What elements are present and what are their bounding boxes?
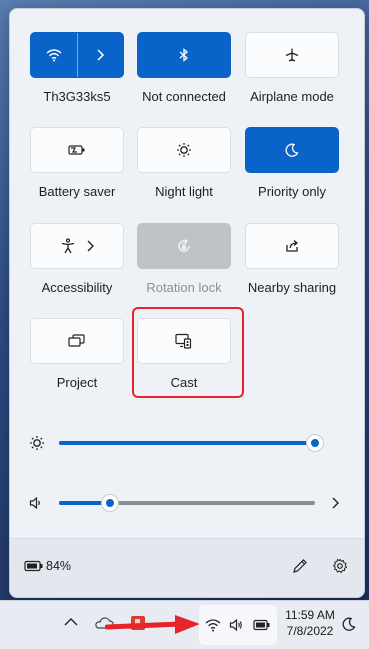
speaker-icon[interactable]	[29, 496, 43, 510]
tray-battery-icon[interactable]	[253, 619, 271, 631]
wifi-chevron-right-icon[interactable]	[78, 33, 124, 77]
clock-date: 7/8/2022	[286, 624, 334, 638]
volume-chevron-right-icon[interactable]	[331, 497, 339, 509]
bluetooth-tile[interactable]	[137, 32, 231, 78]
accessibility-label: Accessibility	[41, 280, 113, 295]
airplane-tile[interactable]	[245, 32, 339, 78]
pencil-icon[interactable]	[292, 558, 308, 574]
battery-percentage: 84%	[46, 559, 72, 573]
notification-moon-icon[interactable]	[342, 617, 356, 631]
volume-track[interactable]	[59, 495, 315, 511]
clock-time: 11:59 AM	[285, 608, 335, 622]
night-light-tile[interactable]	[137, 127, 231, 173]
quick-settings-panel: Th3G33ks5 Not connected Airplane mode Ba…	[9, 8, 365, 598]
battery-icon[interactable]	[24, 560, 44, 572]
accessibility-icon	[61, 238, 75, 254]
quick-settings-footer: 84%	[10, 538, 364, 597]
sun-icon	[30, 436, 44, 450]
priority-tile[interactable]	[245, 127, 339, 173]
volume-slider-row	[10, 491, 364, 515]
gear-icon[interactable]	[332, 558, 348, 574]
red-arrow-annotation	[105, 613, 201, 637]
cast-highlight-box	[132, 307, 244, 398]
taskbar: 11:59 AM 7/8/2022	[0, 600, 369, 649]
brightness-track[interactable]	[59, 435, 323, 451]
night-light-label: Night light	[155, 184, 213, 199]
battery-saver-label: Battery saver	[38, 184, 116, 199]
chevron-up-icon[interactable]	[64, 617, 78, 626]
brightness-slider-row	[10, 431, 364, 455]
wifi-icon[interactable]	[31, 33, 77, 77]
system-tray-group[interactable]	[199, 605, 277, 645]
brightness-fill	[59, 441, 315, 445]
accessibility-tile[interactable]	[30, 223, 124, 269]
project-icon	[68, 334, 85, 347]
tray-speaker-icon[interactable]	[229, 618, 243, 632]
bluetooth-icon	[179, 48, 189, 62]
volume-thumb[interactable]	[102, 495, 119, 511]
airplane-icon	[285, 48, 299, 62]
nearby-sharing-tile[interactable]	[245, 223, 339, 269]
tray-wifi-icon[interactable]	[205, 618, 221, 632]
rotation-lock-label: Rotation lock	[146, 280, 222, 295]
bluetooth-label: Not connected	[142, 89, 226, 104]
project-tile[interactable]	[30, 318, 124, 364]
rotation-lock-tile[interactable]	[137, 223, 231, 269]
battery-saver-icon	[68, 145, 85, 155]
brightness-thumb[interactable]	[307, 435, 323, 451]
accessibility-chevron-right-icon[interactable]	[86, 240, 94, 252]
clock[interactable]: 11:59 AM 7/8/2022	[284, 607, 336, 639]
moon-icon	[285, 143, 299, 157]
nearby-sharing-label: Nearby sharing	[247, 280, 337, 295]
wifi-label: Th3G33ks5	[43, 89, 111, 104]
priority-label: Priority only	[258, 184, 326, 199]
night-light-icon	[177, 143, 191, 157]
project-label: Project	[56, 375, 98, 390]
rotation-lock-icon	[178, 239, 190, 252]
battery-saver-tile[interactable]	[30, 127, 124, 173]
share-icon	[286, 240, 299, 252]
airplane-label: Airplane mode	[250, 89, 334, 104]
wifi-tile[interactable]	[30, 32, 124, 78]
